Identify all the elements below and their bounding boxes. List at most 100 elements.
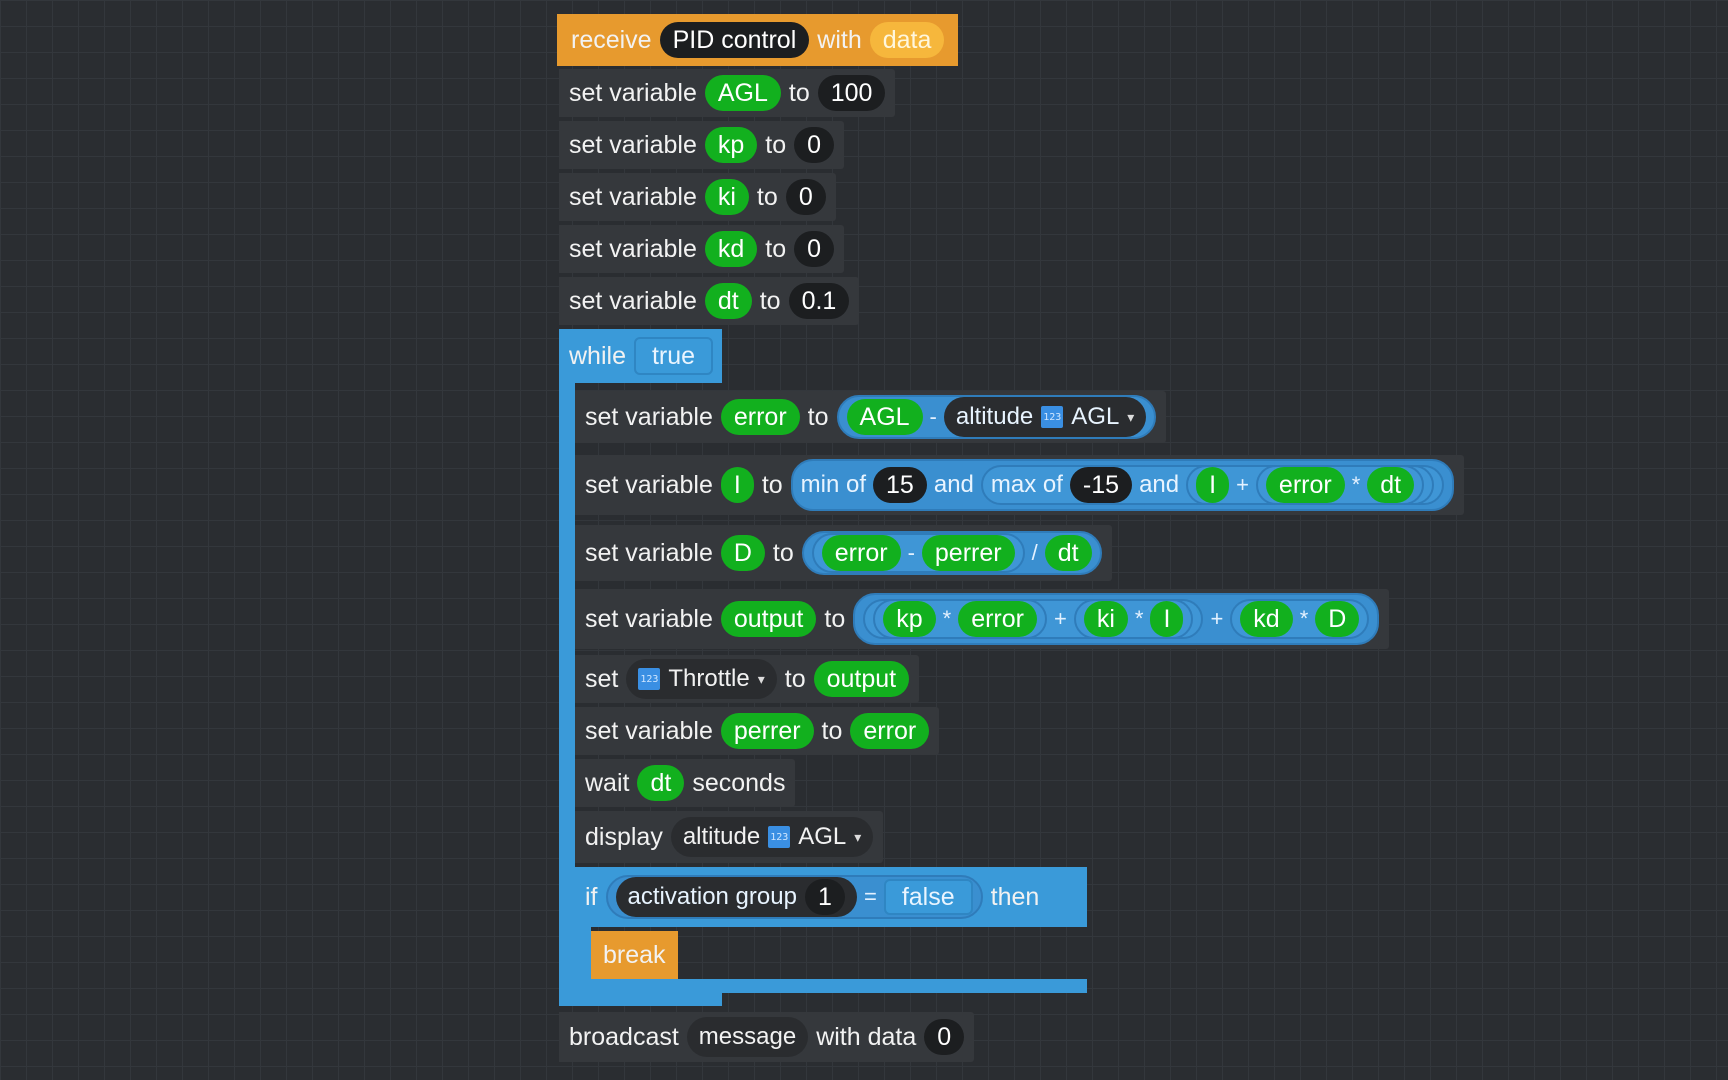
set-throttle-block[interactable]: set 123 Throttle ▾ to output [575,655,920,703]
to-label: to [788,78,810,107]
multiply-operator[interactable]: kp * error [873,599,1047,639]
display-block[interactable]: display altitude 123 AGL ▾ [575,811,884,863]
value-ki[interactable]: 0 [785,179,826,215]
set-variable-ki-block[interactable]: set variable ki to 0 [559,173,836,221]
activation-group-sensor[interactable]: activation group 1 [615,877,857,917]
add-operator-outer[interactable]: kp * error + ki * I + kd * D [853,593,1380,645]
operand-agl[interactable]: AGL [846,399,923,435]
operand-ki[interactable]: ki [1083,601,1128,637]
wait-block[interactable]: wait dt seconds [575,759,796,807]
variable-kd[interactable]: kd [704,231,758,267]
operand-error[interactable]: error [958,601,1037,637]
operand-dt[interactable]: dt [1367,467,1415,503]
times-symbol: * [1351,472,1361,497]
to-label: to [807,402,829,431]
value-dt[interactable]: 0.1 [788,283,850,319]
sensor-label: altitude [955,403,1034,430]
chevron-down-icon[interactable]: ▾ [854,829,861,846]
variable-output[interactable]: output [813,661,910,697]
chevron-down-icon[interactable]: ▾ [758,671,765,688]
sensor-option[interactable]: AGL [798,823,846,851]
operand-error[interactable]: error [821,535,901,571]
divide-operator[interactable]: error - perrer / dt [801,531,1102,575]
set-variable-kd-block[interactable]: set variable kd to 0 [559,225,845,273]
variable-perrer[interactable]: perrer [720,713,814,749]
control-name[interactable]: Throttle [668,665,749,693]
broadcast-block[interactable]: broadcast message with data 0 [559,1012,975,1062]
data-param[interactable]: data [869,22,945,58]
max-value[interactable]: -15 [1069,467,1133,503]
minus-symbol: - [907,540,915,565]
set-variable-label: set variable [585,470,713,499]
while-loop-block[interactable]: while true [559,329,722,383]
divide-symbol: / [1031,540,1038,565]
altitude-sensor[interactable]: altitude 123 AGL ▾ [943,397,1147,437]
variable-d[interactable]: D [720,535,765,571]
min-value[interactable]: 15 [873,467,927,503]
event-name-field[interactable]: PID control [659,22,810,58]
to-label: to [756,182,778,211]
min-of-operator[interactable]: min of 15 and max of -15 and I + error *… [790,459,1455,511]
operand-kp[interactable]: kp [883,601,936,637]
message-field[interactable]: message [686,1017,809,1057]
subtract-operator[interactable]: error - perrer [811,533,1025,573]
variable-output[interactable]: output [720,601,817,637]
sensor-label: activation group [627,883,797,910]
operand-dt[interactable]: dt [1044,535,1092,571]
set-variable-perrer-block[interactable]: set variable perrer to error [575,707,940,755]
with-keyword: with [817,25,862,54]
variable-dt[interactable]: dt [637,765,685,801]
group-number[interactable]: 1 [804,879,845,915]
operand-i[interactable]: I [1150,601,1184,637]
sensor-option[interactable]: AGL [1071,403,1119,431]
operand-kd[interactable]: kd [1240,601,1293,637]
broadcast-value[interactable]: 0 [924,1019,965,1055]
receive-event-block[interactable]: receive PID control with data [557,14,959,66]
set-variable-output-block[interactable]: set variable output to kp * error + ki *… [575,589,1390,649]
multiply-operator[interactable]: kd * D [1230,599,1370,639]
if-keyword: if [585,882,598,911]
equals-operator[interactable]: activation group 1 = false [605,875,983,919]
set-variable-d-block[interactable]: set variable D to error - perrer / dt [575,525,1112,581]
value-kp[interactable]: 0 [794,127,835,163]
max-of-operator[interactable]: max of -15 and I + error * dt [980,465,1445,505]
loop-condition[interactable]: true [633,337,714,375]
throttle-dropdown[interactable]: 123 Throttle ▾ [626,659,777,699]
subtract-operator[interactable]: AGL - altitude 123 AGL ▾ [836,395,1157,439]
set-variable-agl-block[interactable]: set variable AGL to 100 [559,69,896,117]
to-label: to [765,234,787,263]
times-symbol: * [1299,606,1309,631]
variable-dt[interactable]: dt [704,283,752,319]
chevron-down-icon[interactable]: ▾ [1127,409,1134,426]
value-kd[interactable]: 0 [794,231,835,267]
set-variable-dt-block[interactable]: set variable dt to 0.1 [559,277,860,325]
variable-kp[interactable]: kp [704,127,758,163]
display-keyword: display [585,822,663,851]
operand-perrer[interactable]: perrer [921,535,1015,571]
variable-ki[interactable]: ki [704,179,749,215]
variable-i[interactable]: I [720,467,754,503]
break-block[interactable]: break [591,931,678,979]
multiply-operator[interactable]: ki * I [1073,599,1194,639]
value-agl[interactable]: 100 [817,75,886,111]
multiply-operator[interactable]: error * dt [1255,465,1425,505]
operand-error[interactable]: error [1265,467,1345,503]
false-literal[interactable]: false [883,879,973,915]
variable-error[interactable]: error [720,399,800,435]
set-variable-error-block[interactable]: set variable error to AGL - altitude 123… [575,391,1167,443]
set-variable-kp-block[interactable]: set variable kp to 0 [559,121,845,169]
set-variable-i-block[interactable]: set variable I to min of 15 and max of -… [575,455,1465,515]
variable-agl[interactable]: AGL [704,75,781,111]
to-label: to [761,470,783,499]
while-keyword: while [569,341,626,370]
add-operator[interactable]: I + error * dt [1186,465,1435,505]
number-icon: 123 [1041,406,1064,428]
add-operator-inner[interactable]: kp * error + ki * I [863,599,1204,639]
variable-error[interactable]: error [850,713,930,749]
set-variable-label: set variable [585,604,713,633]
if-block[interactable]: if activation group 1 = false then [575,867,1087,927]
set-variable-label: set variable [585,538,713,567]
operand-d[interactable]: D [1315,601,1360,637]
operand-i[interactable]: I [1196,467,1230,503]
altitude-sensor[interactable]: altitude 123 AGL ▾ [670,817,874,857]
